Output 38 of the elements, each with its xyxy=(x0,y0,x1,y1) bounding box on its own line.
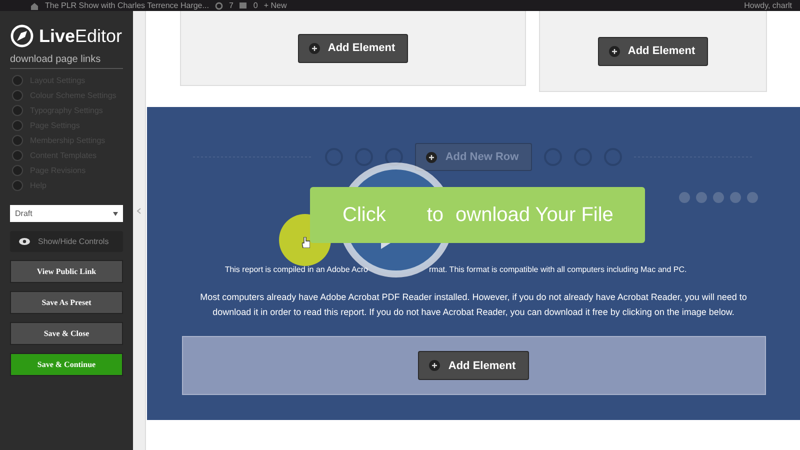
eye-icon xyxy=(19,238,30,245)
circle-icon xyxy=(12,180,23,191)
comments-count[interactable]: 0 xyxy=(253,1,258,10)
sidebar-button[interactable]: Save As Preset xyxy=(10,291,123,314)
add-button[interactable]: Add Element xyxy=(598,36,708,66)
circle-icon xyxy=(12,150,23,161)
paragraph: Most computers already have Adobe Acrobat PDF Reader installed. However, if you do not already have Acrobat Reader, you will need to download it in order to read this report. If you do not have Acrobat Reader, you can download it free by clicking on the image below. xyxy=(199,291,748,319)
circle-icon xyxy=(12,135,23,146)
circle-icon xyxy=(12,165,23,176)
hand-cursor-icon xyxy=(302,237,310,248)
caret-icon xyxy=(113,212,118,216)
page-name: download page links xyxy=(10,48,123,69)
cursor-highlight xyxy=(279,214,331,266)
save-continue-button[interactable]: Save & Continue xyxy=(10,353,123,376)
add-button[interactable]: Add Element xyxy=(298,34,408,62)
circle-icon xyxy=(12,105,23,116)
status-dropdown[interactable]: Draft xyxy=(10,205,123,222)
plus-icon xyxy=(429,360,440,371)
circle-outline-icon xyxy=(355,148,374,166)
plus-icon xyxy=(426,152,438,162)
plus-icon xyxy=(308,42,320,54)
sidebar-button[interactable]: Save & Close xyxy=(10,322,123,345)
updates-count[interactable]: 7 xyxy=(228,1,234,10)
new-link[interactable]: + New xyxy=(264,1,287,10)
greeting-link[interactable]: Howdy, charlt xyxy=(744,1,792,10)
logo-text: LiveEditor xyxy=(39,26,122,46)
site-title-link[interactable]: The PLR Show with Charles Terrence Harge... xyxy=(45,1,209,10)
paragraph-fragment: This report is compiled in an Adobe Acro xyxy=(224,264,368,276)
circle-icon xyxy=(12,120,23,131)
paragraph-fragment: rmat. This format is compatible with all computers including Mac and PC. xyxy=(429,264,687,276)
plus-icon xyxy=(608,46,620,56)
show-hide-toggle[interactable]: Show/Hide Controls xyxy=(10,231,123,252)
circle-icon xyxy=(12,75,23,86)
sidebar-button[interactable]: View Public Link xyxy=(10,260,123,283)
circle-icon xyxy=(12,90,23,101)
add-button[interactable]: Add Element xyxy=(418,351,529,380)
chevron-icon xyxy=(137,208,141,214)
circle-outline-icon xyxy=(385,148,404,166)
